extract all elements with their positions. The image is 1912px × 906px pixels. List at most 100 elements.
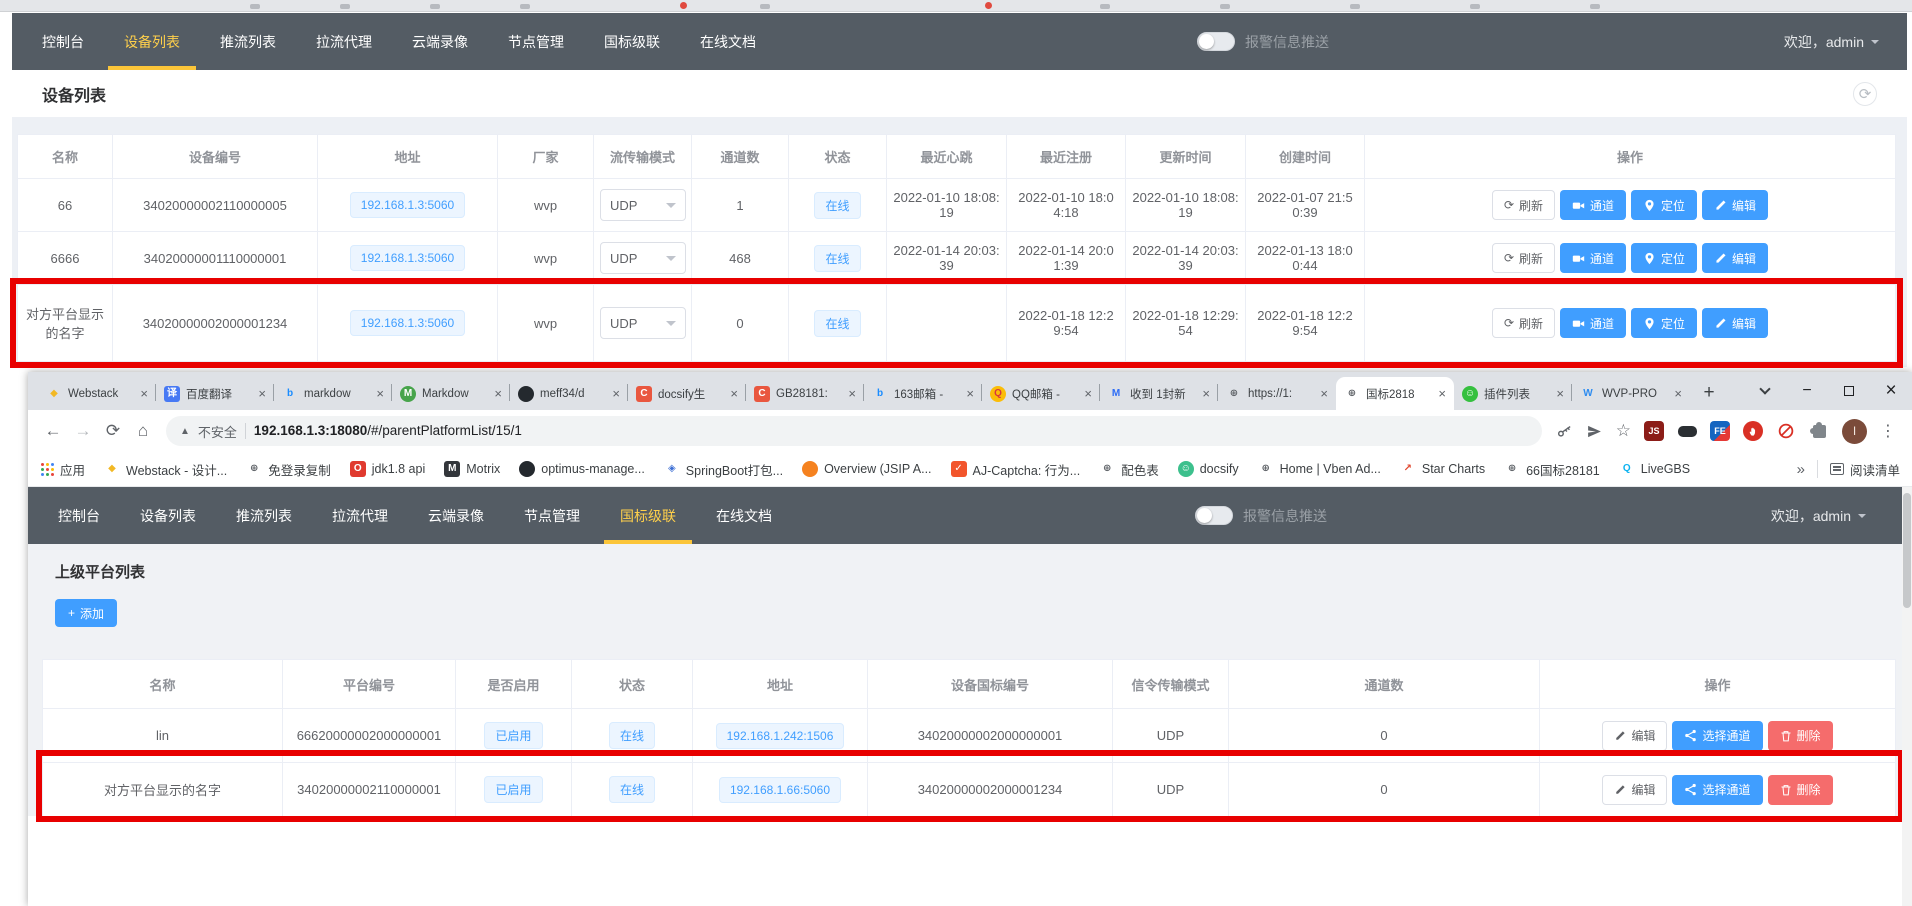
nav-item-4[interactable]: 拉流代理	[312, 487, 408, 544]
tab-close-icon[interactable]: ×	[1674, 386, 1682, 401]
reading-list-button[interactable]: 阅读清单	[1830, 460, 1900, 479]
refresh-button[interactable]: ⟳刷新	[1492, 308, 1555, 338]
device-address-button[interactable]: 192.168.1.3:5060	[350, 245, 465, 271]
refresh-button[interactable]: ⟳刷新	[1492, 243, 1555, 273]
bookmark-item[interactable]: ✓ AJ-Captcha: 行为...	[951, 460, 1081, 479]
nav-item-8[interactable]: 在线文档	[680, 13, 776, 70]
tab-close-icon[interactable]: ×	[730, 386, 738, 401]
tab-close-icon[interactable]: ×	[966, 386, 974, 401]
browser-tab[interactable]: b 163邮箱 - ×	[864, 377, 982, 410]
stream-mode-select[interactable]: UDP	[600, 307, 686, 339]
new-tab-button[interactable]: +	[1694, 378, 1724, 408]
bookmark-star-icon[interactable]: ☆	[1616, 421, 1631, 441]
bookmark-item[interactable]: ⊕ 配色表	[1099, 460, 1159, 479]
channel-button[interactable]: 通道	[1560, 308, 1626, 338]
nav-item-6[interactable]: 节点管理	[488, 13, 584, 70]
select-channel-button[interactable]: 选择通道	[1672, 721, 1762, 751]
user-menu[interactable]: 欢迎，admin	[1771, 487, 1866, 544]
key-icon[interactable]	[1556, 423, 1573, 440]
send-icon[interactable]	[1586, 423, 1603, 440]
channel-button[interactable]: 通道	[1560, 190, 1626, 220]
edit-button[interactable]: 编辑	[1702, 308, 1768, 338]
bookmark-item[interactable]: 应用	[40, 460, 85, 479]
browser-tab[interactable]: M Markdow ×	[392, 377, 510, 410]
maximize-button[interactable]	[1828, 372, 1870, 410]
device-address-button[interactable]: 192.168.1.3:5060	[350, 310, 465, 336]
browser-tab[interactable]: W WVP-PRO ×	[1572, 377, 1690, 410]
browser-tab[interactable]: ◆ Webstack ×	[38, 377, 156, 410]
platform-address-button[interactable]: 192.168.1.66:5060	[719, 777, 841, 803]
reload-button[interactable]: ⟳	[98, 421, 128, 441]
bookmark-item[interactable]: ↗ Star Charts	[1400, 461, 1485, 477]
tab-close-icon[interactable]: ×	[1084, 386, 1092, 401]
browser-tab[interactable]: ⊕ https://1: ×	[1218, 377, 1336, 410]
profile-avatar[interactable]: I	[1842, 419, 1867, 444]
tab-close-icon[interactable]: ×	[612, 386, 620, 401]
user-menu[interactable]: 欢迎，admin	[1784, 13, 1879, 70]
extensions-puzzle-icon[interactable]	[1809, 421, 1829, 441]
bookmark-item[interactable]: Overview (JSIP A...	[802, 461, 931, 477]
delete-button[interactable]: 删除	[1768, 775, 1833, 805]
nav-item-2[interactable]: 设备列表	[104, 13, 200, 70]
browser-tab[interactable]: ⊕ 国标2818 ×	[1336, 377, 1454, 410]
bookmark-item[interactable]: ◈ SpringBoot打包...	[664, 460, 783, 479]
nav-item-2[interactable]: 设备列表	[120, 487, 216, 544]
tab-close-icon[interactable]: ×	[376, 386, 384, 401]
nav-item-4[interactable]: 拉流代理	[296, 13, 392, 70]
forward-button[interactable]: →	[68, 421, 98, 441]
edit-button[interactable]: 编辑	[1602, 721, 1667, 751]
fe-extension-icon[interactable]: FE	[1710, 421, 1730, 441]
menu-dots-icon[interactable]: ⋮	[1880, 421, 1896, 441]
refresh-button[interactable]: ⟳刷新	[1492, 190, 1555, 220]
stream-mode-select[interactable]: UDP	[600, 242, 686, 274]
home-button[interactable]: ⌂	[128, 421, 158, 441]
js-extension-icon[interactable]: JS	[1644, 421, 1664, 441]
tab-close-icon[interactable]: ×	[1320, 386, 1328, 401]
edit-button[interactable]: 编辑	[1702, 190, 1768, 220]
browser-tab[interactable]: C GB28181: ×	[746, 377, 864, 410]
browser-tab[interactable]: meff34/d ×	[510, 377, 628, 410]
bookmark-item[interactable]: Q LiveGBS	[1619, 461, 1690, 477]
stream-mode-select[interactable]: UDP	[600, 189, 686, 221]
page-scrollbar[interactable]	[1902, 487, 1912, 906]
bookmark-item[interactable]: ⊕ Home | Vben Ad...	[1258, 461, 1381, 477]
browser-tab[interactable]: 译 百度翻译 ×	[156, 377, 274, 410]
alarm-push-toggle[interactable]	[1195, 506, 1233, 525]
add-platform-button[interactable]: +添加	[55, 599, 117, 627]
incognito-mask-extension-icon[interactable]	[1677, 421, 1697, 441]
nav-item-6[interactable]: 节点管理	[504, 487, 600, 544]
tab-close-icon[interactable]: ×	[1438, 386, 1446, 401]
nav-item-5[interactable]: 云端录像	[408, 487, 504, 544]
edit-button[interactable]: 编辑	[1702, 243, 1768, 273]
bookmark-item[interactable]: ⊕ 免登录复制	[246, 460, 331, 479]
refresh-page-icon[interactable]: ⟳	[1853, 82, 1877, 106]
back-button[interactable]: ←	[38, 421, 68, 441]
browser-tab[interactable]: M 收到 1封新 ×	[1100, 377, 1218, 410]
tab-close-icon[interactable]: ×	[258, 386, 266, 401]
channel-button[interactable]: 通道	[1560, 243, 1626, 273]
bookmark-item[interactable]: ⊕ 66国标28181	[1504, 460, 1600, 479]
tab-close-icon[interactable]: ×	[494, 386, 502, 401]
nav-item-8[interactable]: 在线文档	[696, 487, 792, 544]
close-window-button[interactable]: ×	[1870, 372, 1912, 410]
nav-item-7[interactable]: 国标级联	[584, 13, 680, 70]
alarm-push-toggle[interactable]	[1197, 32, 1235, 51]
hand-blocker-extension-icon[interactable]	[1743, 421, 1763, 441]
nav-item-5[interactable]: 云端录像	[392, 13, 488, 70]
scrollbar-thumb[interactable]	[1903, 493, 1911, 608]
nav-item-3[interactable]: 推流列表	[200, 13, 296, 70]
device-address-button[interactable]: 192.168.1.3:5060	[350, 192, 465, 218]
tab-close-icon[interactable]: ×	[848, 386, 856, 401]
browser-tab[interactable]: b markdow ×	[274, 377, 392, 410]
locate-button[interactable]: 定位	[1631, 190, 1697, 220]
locate-button[interactable]: 定位	[1631, 308, 1697, 338]
bookmark-item[interactable]: ☺ docsify	[1178, 461, 1239, 477]
bookmark-item[interactable]: M Motrix	[444, 461, 500, 477]
bookmarks-overflow-icon[interactable]: »	[1797, 461, 1805, 478]
edit-button[interactable]: 编辑	[1602, 775, 1667, 805]
address-input[interactable]: ▲ 不安全 192.168.1.3:18080/#/parentPlatform…	[166, 416, 1542, 446]
nav-item-3[interactable]: 推流列表	[216, 487, 312, 544]
delete-button[interactable]: 删除	[1768, 721, 1833, 751]
bookmark-item[interactable]: optimus-manage...	[519, 461, 645, 477]
nav-item-7[interactable]: 国标级联	[600, 487, 696, 544]
